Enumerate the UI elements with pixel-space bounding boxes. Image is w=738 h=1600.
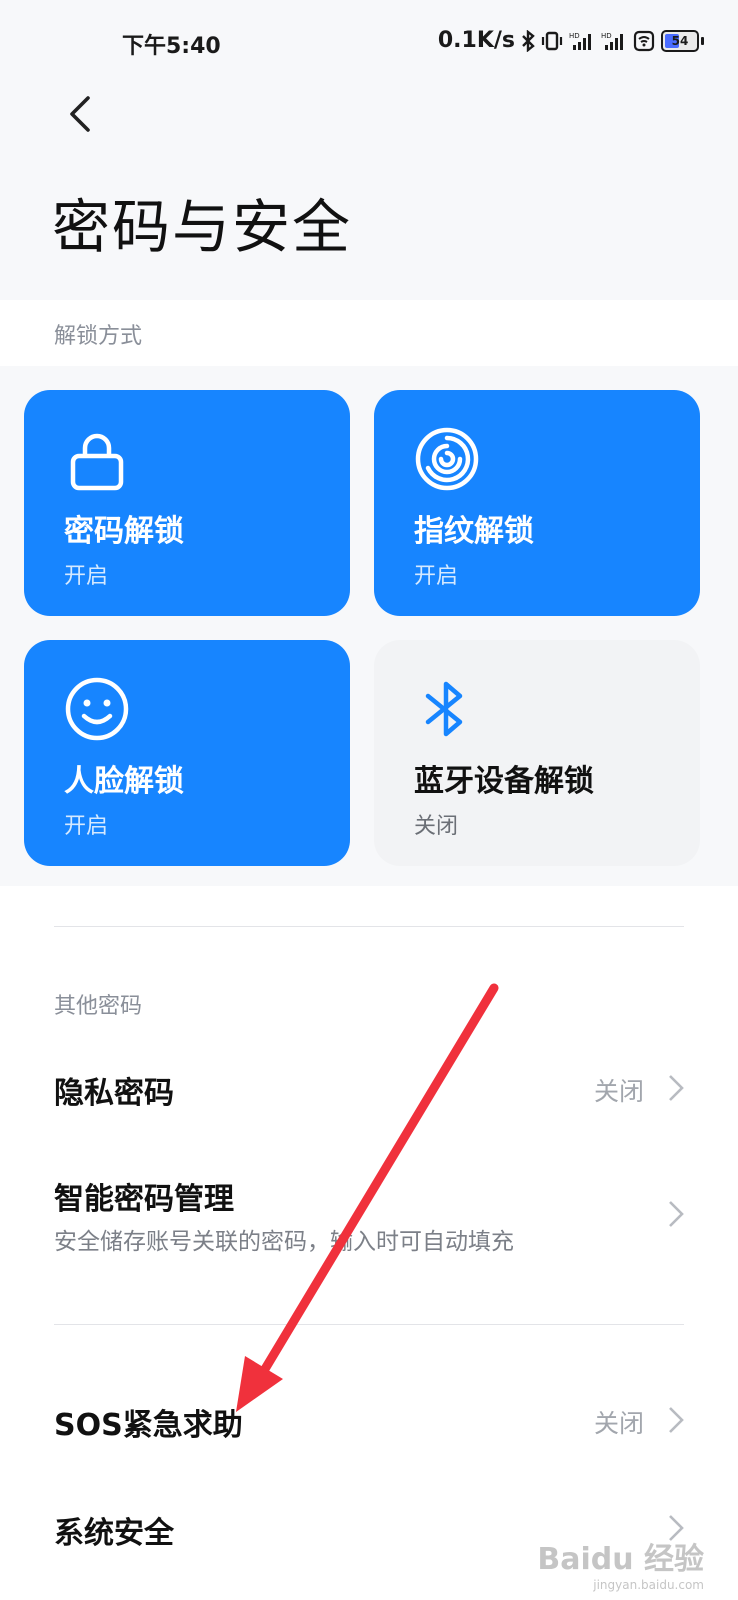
face-icon: [65, 677, 129, 741]
fingerprint-icon: [415, 427, 479, 491]
tile-status: 关闭: [414, 814, 459, 839]
status-time: 下午5:40: [122, 34, 221, 59]
page-title: 密码与安全: [52, 193, 353, 261]
section-label-unlock: 解锁方式: [54, 324, 143, 349]
watermark-brand: Baidu 经验: [537, 1542, 704, 1577]
tile-title: 指纹解锁: [414, 514, 534, 549]
status-bar-icons: 0.1K/s HD HD 54: [438, 28, 704, 53]
tile-bluetooth-unlock[interactable]: 蓝牙设备解锁 关闭: [374, 640, 700, 866]
tile-face-unlock[interactable]: 人脸解锁 开启: [24, 640, 350, 866]
chevron-right-icon: [669, 1407, 684, 1433]
signal-icon-2: HD: [601, 32, 623, 50]
tile-title: 人脸解锁: [64, 764, 184, 799]
signal-icon: HD: [569, 32, 591, 50]
row-title: 智能密码管理: [54, 1182, 234, 1217]
tile-password-unlock[interactable]: 密码解锁 开启: [24, 390, 350, 616]
divider: [54, 926, 684, 927]
battery-level: 54: [671, 33, 689, 48]
watermark-logo: Baidu 经验 jingyan.baidu.com: [537, 1534, 704, 1592]
tile-title: 蓝牙设备解锁: [414, 764, 594, 799]
row-sos-emergency[interactable]: SOS紧急求助 关闭: [0, 1372, 738, 1468]
row-title: 隐私密码: [54, 1076, 174, 1111]
svg-text:HD: HD: [601, 32, 612, 40]
bluetooth-icon: [425, 681, 463, 737]
battery-icon: 54: [661, 29, 704, 52]
lock-icon: [70, 433, 124, 491]
tile-status: 开启: [414, 564, 459, 589]
tile-status: 开启: [64, 564, 109, 589]
row-title: 系统安全: [54, 1516, 174, 1551]
tile-fingerprint-unlock[interactable]: 指纹解锁 开启: [374, 390, 700, 616]
row-title: SOS紧急求助: [54, 1408, 243, 1443]
row-smart-password-manager[interactable]: 智能密码管理 安全储存账号关联的密码，输入时可自动填充: [0, 1160, 738, 1280]
tile-title: 密码解锁: [64, 514, 184, 549]
svg-text:HD: HD: [569, 32, 580, 40]
bluetooth-status-icon: [522, 29, 535, 52]
chevron-right-icon: [669, 1201, 684, 1227]
row-subtitle: 安全储存账号关联的密码，输入时可自动填充: [54, 1229, 514, 1255]
back-button[interactable]: [62, 92, 102, 136]
tile-status: 开启: [64, 814, 109, 839]
row-value: 关闭: [593, 1077, 644, 1106]
network-speed: 0.1K/s: [437, 28, 515, 53]
watermark-url: jingyan.baidu.com: [593, 1578, 704, 1592]
wifi-icon: [633, 30, 655, 51]
vibrate-icon: [541, 31, 563, 50]
section-label-other: 其他密码: [54, 994, 143, 1019]
row-privacy-password[interactable]: 隐私密码 关闭: [0, 1040, 738, 1136]
row-value: 关闭: [593, 1409, 644, 1438]
divider: [54, 1324, 684, 1325]
chevron-right-icon: [669, 1075, 684, 1101]
